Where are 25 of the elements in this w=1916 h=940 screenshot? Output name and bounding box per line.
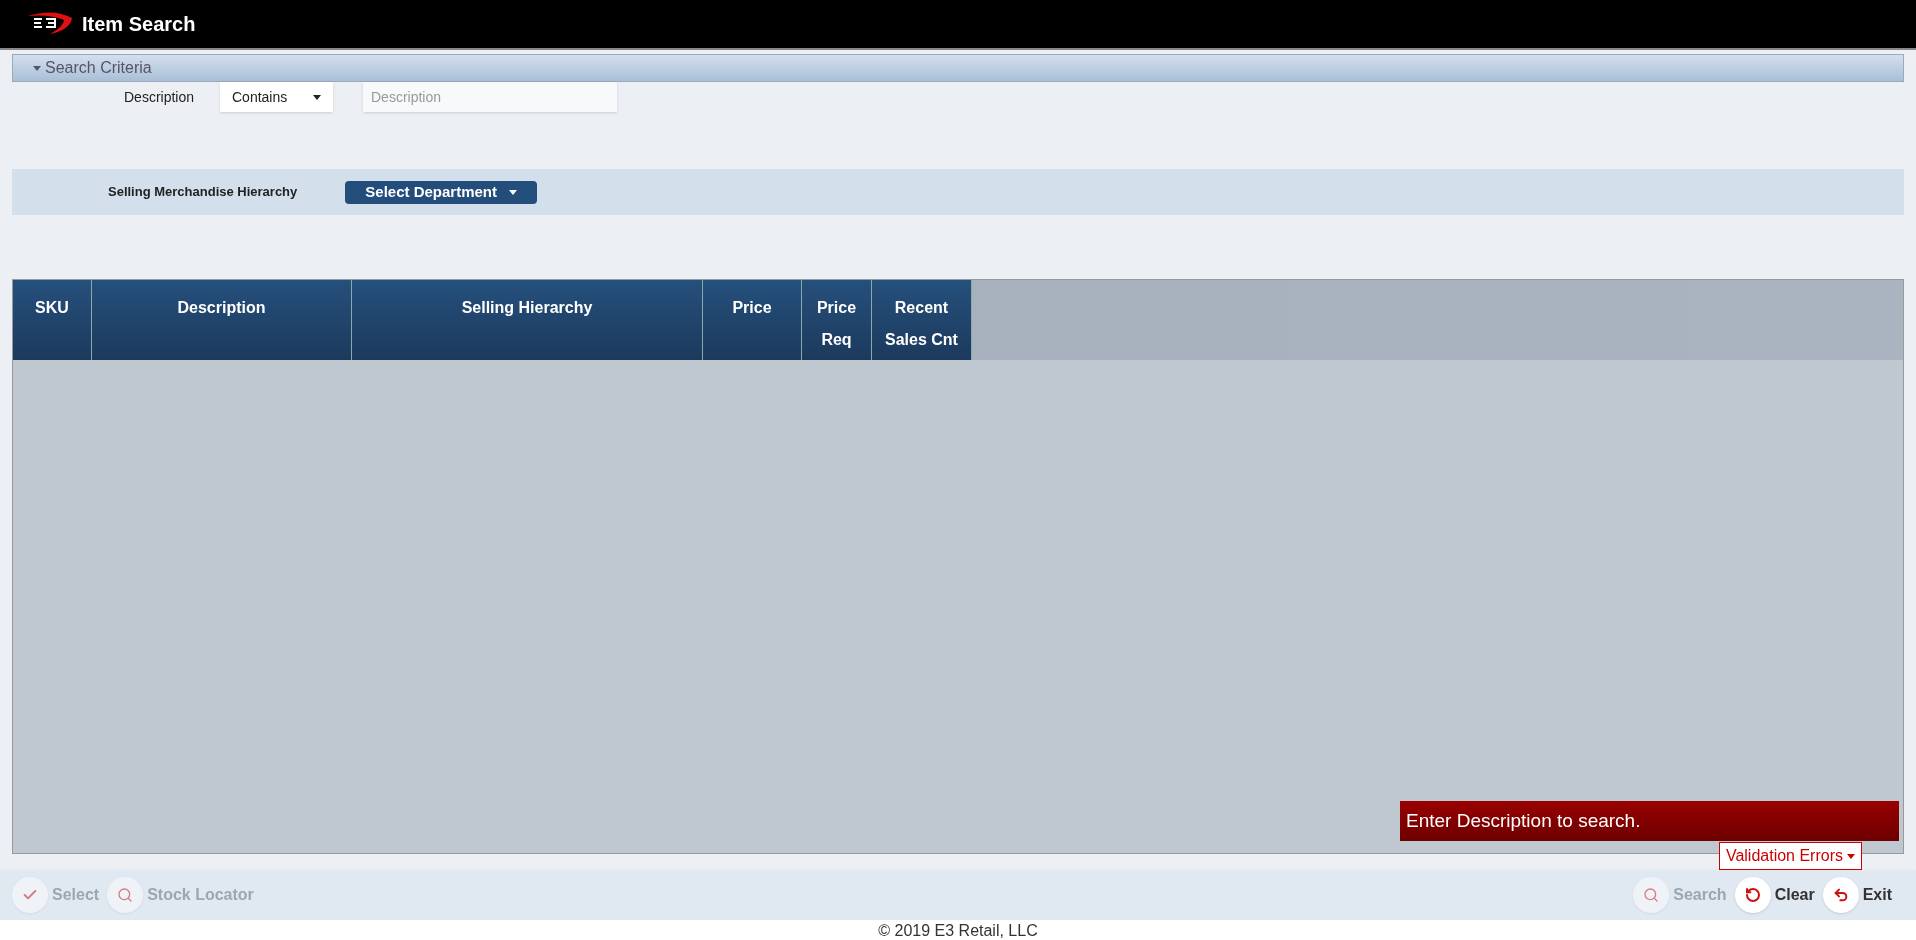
validation-errors-dropdown[interactable]: Validation Errors [1718, 842, 1862, 870]
column-header[interactable]: Price [703, 280, 802, 360]
search-criteria-header[interactable]: Search Criteria [12, 54, 1904, 82]
operator-dropdown[interactable]: Contains [220, 82, 333, 112]
hierarchy-label: Selling Merchandise Hierarchy [108, 183, 298, 202]
search-icon [1643, 887, 1660, 903]
toolbar-button[interactable]: Clear [1734, 877, 1815, 913]
undo-icon [1744, 887, 1761, 903]
caret-icon [1847, 853, 1855, 859]
select-department-button[interactable]: Select Department [345, 180, 537, 204]
column-header[interactable]: Selling Hierarchy [352, 280, 703, 360]
column-header[interactable]: Description [92, 280, 352, 360]
error-message: Enter Description to search. [1400, 801, 1899, 841]
caret-icon [509, 189, 517, 195]
caret-icon [313, 94, 321, 100]
column-header[interactable]: Price Req [802, 280, 872, 360]
copyright-text: © 2019 E3 Retail, LLC [878, 922, 1038, 940]
description-label: Description [124, 87, 194, 107]
column-header[interactable]: SKU [13, 280, 92, 360]
caret-icon [33, 65, 41, 71]
page-title: Item Search [82, 12, 196, 37]
search-icon [117, 887, 134, 903]
back-arrow-icon [1832, 887, 1849, 903]
description-field[interactable]: Description [363, 82, 617, 112]
column-header[interactable]: Recent Sales Cnt [872, 280, 972, 360]
